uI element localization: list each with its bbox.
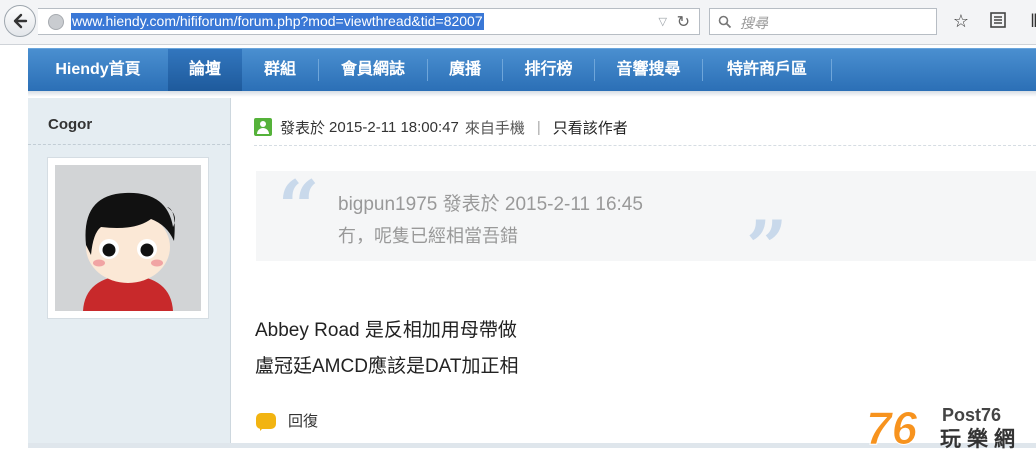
meta-separator: | [536,118,541,136]
nav-item-broadcast[interactable]: 廣播 [428,49,502,91]
logo-number: 76 [866,402,919,455]
bookmark-star-icon[interactable]: ☆ [951,11,971,31]
quote-text: 冇，呢隻已經相當吾錯 [338,226,518,246]
speech-bubble-icon [256,412,276,431]
logo-subtitle: 玩樂網 [940,427,1021,450]
post-body-line: 盧冠廷AMCD應該是DAT加正相 [255,356,519,377]
url-text[interactable]: www.hiendy.com/hififorum/forum.php?mod=v… [71,13,484,30]
cartoon-avatar-icon [55,165,201,311]
posted-time: 2015-2-11 18:00:47 [329,118,459,136]
post-meta: 發表於 2015-2-11 18:00:47 來自手機 | 只看該作者 [254,117,628,137]
close-quote-icon: ” [746,204,788,289]
post-divider [254,145,1036,146]
nav-item-groups[interactable]: 群組 [242,49,318,91]
search-field[interactable]: 搜尋 [709,8,937,35]
history-dropdown-icon[interactable]: ▽ [659,15,667,28]
globe-icon [48,14,64,30]
nav-item-licensed-merchants[interactable]: 特許商戶區 [703,49,831,91]
avatar[interactable] [55,165,201,311]
nav-item-forum[interactable]: 論壇 [168,49,242,91]
search-icon [718,15,732,29]
nav-item-rankings[interactable]: 排行榜 [503,49,594,91]
sidebar-divider [28,144,230,145]
posted-label: 發表於 [280,119,326,137]
nav-item-home[interactable]: Hiendy首頁 [28,49,168,91]
browser-toolbar: www.hiendy.com/hififorum/forum.php?mod=v… [0,0,1036,45]
post76-logo: 76 Post76 玩樂網 [864,402,1036,455]
post-source: 來自手機 [464,119,525,137]
post-body-line: Abbey Road 是反相加用母帶做 [255,320,517,341]
back-arrow-icon [13,13,28,29]
back-button[interactable] [4,5,36,37]
more-icon[interactable]: ‖ [1024,11,1036,31]
reload-icon[interactable]: ↻ [677,12,690,32]
nav-divider [831,59,832,81]
forum-nav: Hiendy首頁 論壇 群組 會員網誌 廣播 排行榜 音響搜尋 特許商戶區 [28,48,1036,91]
bookmarks-list-icon[interactable] [988,11,1008,31]
nav-shadow [28,91,1036,97]
avatar-frame [47,157,209,319]
author-username[interactable]: Cogor [48,116,92,133]
address-bar[interactable]: www.hiendy.com/hififorum/forum.php?mod=v… [38,8,700,35]
svg-text:76: 76 [866,404,918,450]
nav-item-audio-search[interactable]: 音響搜尋 [595,49,702,91]
mobile-user-icon [254,118,272,136]
author-sidebar: Cogor [28,98,231,448]
logo-brand: Post76 [942,405,1001,425]
search-placeholder: 搜尋 [740,15,768,31]
nav-item-member-blogs[interactable]: 會員網誌 [319,49,427,91]
open-quote-icon: “ [278,164,320,249]
quote-block: “ bigpun1975 發表於 2015-2-11 16:45 冇，呢隻已經相… [256,164,1036,283]
only-author-link[interactable]: 只看該作者 [553,117,628,138]
reply-button[interactable]: 回復 [256,410,318,431]
quote-header: bigpun1975 發表於 2015-2-11 16:45 [338,194,643,215]
reply-label: 回復 [288,413,319,430]
